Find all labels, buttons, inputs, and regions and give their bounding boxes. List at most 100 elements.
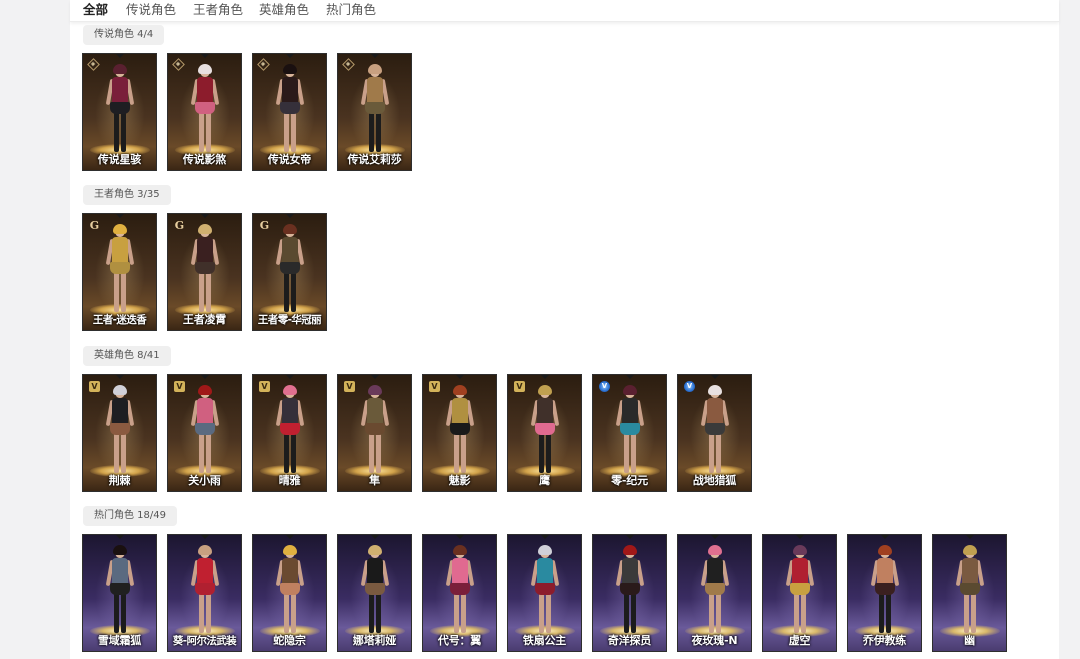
role-name: 荆棘 xyxy=(108,474,131,487)
card-notch xyxy=(540,535,550,539)
role-card[interactable]: V 魅影 xyxy=(422,374,497,492)
section-label-text: 王者角色 3/35 xyxy=(94,189,160,200)
character-figure xyxy=(105,64,135,156)
role-card[interactable]: 虚空 xyxy=(762,534,837,652)
role-card[interactable]: V隼 xyxy=(337,374,412,492)
role-card[interactable]: 葵-阿尔法武装 xyxy=(167,534,242,652)
role-card[interactable]: 幽 xyxy=(932,534,1007,652)
role-name: 晴雅 xyxy=(278,474,301,487)
tab-king[interactable]: 王者角色 xyxy=(193,0,243,18)
role-card[interactable]: V 零-纪元 xyxy=(592,374,667,492)
legend-rank-icon: ◈ xyxy=(257,58,270,71)
card-notch xyxy=(370,535,380,539)
character-figure xyxy=(275,385,305,477)
card-notch xyxy=(540,375,550,379)
card-notch xyxy=(115,54,125,58)
card-notch xyxy=(285,535,295,539)
hero-rank-icon: V xyxy=(429,381,440,392)
card-notch xyxy=(370,375,380,379)
card-notch xyxy=(285,375,295,379)
card-notch xyxy=(455,375,465,379)
card-notch xyxy=(115,214,125,218)
hero-rank-icon: V xyxy=(89,381,100,392)
character-figure xyxy=(955,545,985,637)
hero-rank-icon: V xyxy=(174,381,185,392)
role-card[interactable]: 铁扇公主 xyxy=(507,534,582,652)
role-name: 蛇隐宗 xyxy=(273,634,306,647)
role-name: 幽 xyxy=(964,634,975,647)
character-figure xyxy=(530,385,560,477)
character-figure xyxy=(190,385,220,477)
role-name: 铁扇公主 xyxy=(522,634,567,647)
role-name: 夜玫瑰-N xyxy=(691,634,738,647)
section-label-text: 传说角色 4/4 xyxy=(94,29,154,40)
role-name: 雪域霜狐 xyxy=(97,634,142,647)
character-figure xyxy=(190,64,220,156)
role-name: 代号：翼 xyxy=(437,634,482,647)
role-tabs: 全部 传说角色 王者角色 英雄角色 热门角色 xyxy=(70,0,1059,22)
legend-rank-icon: ◈ xyxy=(342,58,355,71)
role-card[interactable]: 乔伊教练 xyxy=(847,534,922,652)
role-card[interactable]: V 晴雅 xyxy=(252,374,327,492)
role-card[interactable]: G 王者零-华冠丽 xyxy=(252,213,327,331)
card-notch xyxy=(370,54,380,58)
card-notch xyxy=(795,535,805,539)
character-figure xyxy=(275,545,305,637)
card-notch xyxy=(200,535,210,539)
role-name: 奇洋探员 xyxy=(607,634,652,647)
role-card[interactable]: 奇洋探员 xyxy=(592,534,667,652)
role-name: 娜塔莉娅 xyxy=(352,634,397,647)
role-card[interactable]: V 荆棘 xyxy=(82,374,157,492)
role-card[interactable]: G 王者凌霄 xyxy=(167,213,242,331)
role-name: 王者-迷迭香 xyxy=(92,314,147,326)
role-name: 王者凌霄 xyxy=(182,313,227,326)
tab-popular[interactable]: 热门角色 xyxy=(326,0,376,18)
role-name: 乔伊教练 xyxy=(862,634,907,647)
role-card[interactable]: V 关小雨 xyxy=(167,374,242,492)
card-notch xyxy=(115,375,125,379)
tab-all[interactable]: 全部 xyxy=(83,0,108,18)
tab-hero[interactable]: 英雄角色 xyxy=(259,0,309,18)
role-name: 关小雨 xyxy=(188,474,221,487)
role-card[interactable]: 蛇隐宗 xyxy=(252,534,327,652)
section-label: 传说角色 4/4 xyxy=(83,25,165,45)
role-card[interactable]: ◈ 传说艾莉莎 xyxy=(337,53,412,171)
role-name: 传说艾莉莎 xyxy=(347,153,402,166)
role-name: 传说女帝 xyxy=(267,153,312,166)
legend-rank-icon: ◈ xyxy=(172,58,185,71)
role-name: 传说影煞 xyxy=(182,153,227,166)
card-notch xyxy=(115,535,125,539)
character-figure xyxy=(105,224,135,316)
role-card[interactable]: V 战地猎狐 xyxy=(677,374,752,492)
role-card[interactable]: V鹰 xyxy=(507,374,582,492)
card-notch xyxy=(880,535,890,539)
hero-rank-icon: V xyxy=(344,381,355,392)
tab-legend[interactable]: 传说角色 xyxy=(126,0,176,18)
king-rank-icon: G xyxy=(259,219,270,232)
card-notch xyxy=(710,375,720,379)
character-figure xyxy=(105,385,135,477)
character-figure xyxy=(275,64,305,156)
role-card[interactable]: ◈ 传说女帝 xyxy=(252,53,327,171)
role-card[interactable]: ◈ 传说星骇 xyxy=(82,53,157,171)
role-name: 战地猎狐 xyxy=(692,474,737,487)
role-card[interactable]: 代号：翼 xyxy=(422,534,497,652)
section-label: 王者角色 3/35 xyxy=(83,185,171,205)
section-label: 热门角色 18/49 xyxy=(83,506,177,526)
role-card[interactable]: G 王者-迷迭香 xyxy=(82,213,157,331)
role-card[interactable]: 雪域霜狐 xyxy=(82,534,157,652)
role-card[interactable]: ◈ 传说影煞 xyxy=(167,53,242,171)
character-figure xyxy=(615,385,645,477)
card-notch xyxy=(965,535,975,539)
role-card[interactable]: 娜塔莉娅 xyxy=(337,534,412,652)
character-figure xyxy=(360,385,390,477)
card-notch xyxy=(625,375,635,379)
hero-rank-icon: V xyxy=(514,381,525,392)
character-figure xyxy=(785,545,815,637)
role-name: 零-纪元 xyxy=(611,474,648,487)
king-rank-icon: G xyxy=(89,219,100,232)
character-figure xyxy=(530,545,560,637)
role-name: 葵-阿尔法武装 xyxy=(172,635,237,647)
role-card[interactable]: 夜玫瑰-N xyxy=(677,534,752,652)
section-label-text: 英雄角色 8/41 xyxy=(94,350,160,361)
